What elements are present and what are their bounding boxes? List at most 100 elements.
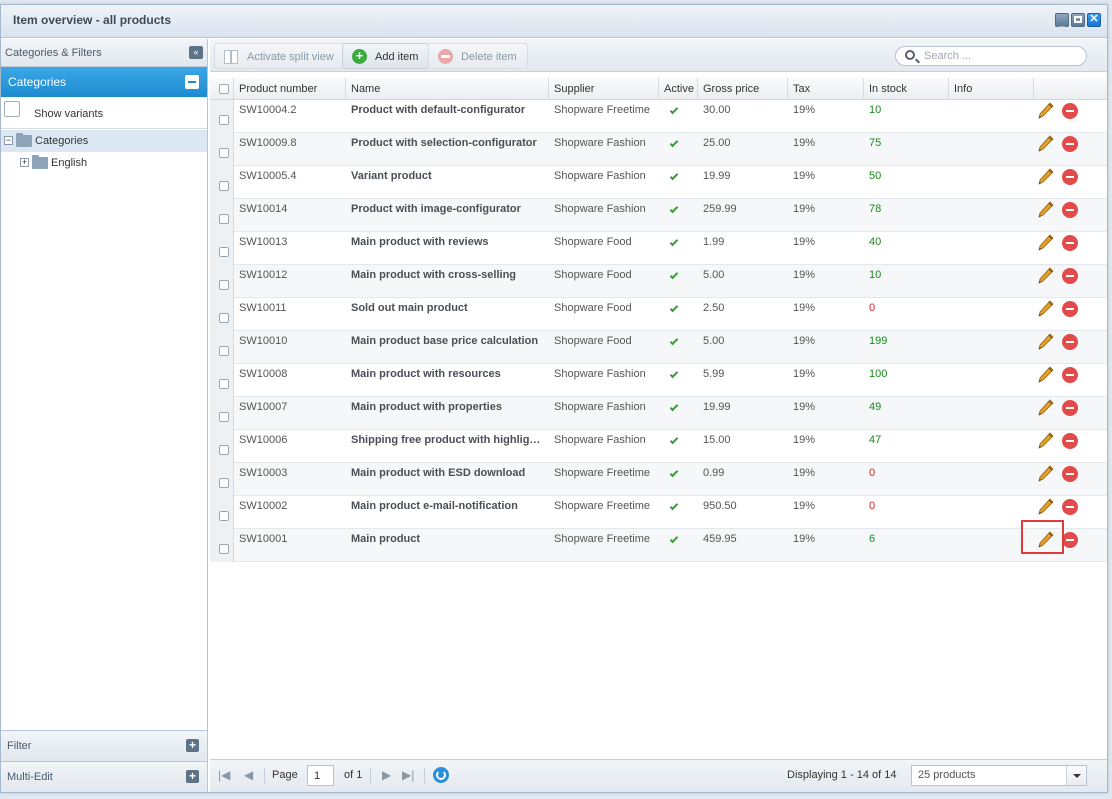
delete-row-icon[interactable] [1062, 466, 1078, 482]
edit-pencil-icon[interactable] [1038, 399, 1054, 417]
edit-pencil-icon[interactable] [1038, 300, 1054, 318]
expand-multi-edit-icon[interactable]: + [186, 770, 199, 783]
delete-row-icon[interactable] [1062, 334, 1078, 350]
expand-filter-icon[interactable]: + [186, 739, 199, 752]
edit-pencil-icon[interactable] [1038, 102, 1054, 120]
table-row[interactable]: SW10008 Main product with resources Shopwa… [210, 364, 1107, 397]
table-row[interactable]: SW10013 Main product with reviews Shopware… [210, 232, 1107, 265]
maximize-button[interactable] [1071, 13, 1085, 27]
edit-pencil-icon[interactable] [1038, 531, 1054, 549]
edit-pencil-icon[interactable] [1038, 135, 1054, 153]
table-row[interactable]: SW10011 Sold out main product Shopware Foo… [210, 298, 1107, 331]
activate-split-view-button[interactable]: Activate split view [214, 43, 345, 69]
row-checkbox[interactable] [219, 478, 229, 488]
tax-cell: 19% [793, 104, 816, 116]
collapse-node-icon[interactable]: − [4, 136, 13, 145]
edit-pencil-icon[interactable] [1038, 465, 1054, 483]
previous-page-icon[interactable]: ◀ [244, 768, 253, 782]
chevron-down-icon[interactable] [1066, 766, 1086, 785]
edit-pencil-icon[interactable] [1038, 168, 1054, 186]
table-row[interactable]: SW10002 Main product e-mail-notification S… [210, 496, 1107, 529]
row-checkbox[interactable] [219, 247, 229, 257]
first-page-icon[interactable]: |◀ [218, 768, 230, 782]
expand-node-icon[interactable]: + [20, 158, 29, 167]
row-checkbox[interactable] [219, 511, 229, 521]
multi-edit-section-header[interactable]: Multi-Edit + [1, 761, 207, 792]
active-check-icon [669, 204, 679, 214]
table-row[interactable]: SW10001 Main product Shopware Freetime 459.… [210, 529, 1107, 562]
column-supplier[interactable]: Supplier [549, 78, 659, 100]
row-checkbox[interactable] [219, 346, 229, 356]
column-tax[interactable]: Tax [788, 78, 864, 100]
collapse-panel-button[interactable]: « [189, 46, 203, 59]
filter-section-header[interactable]: Filter + [1, 730, 207, 761]
row-checkbox[interactable] [219, 379, 229, 389]
show-variants-checkbox[interactable] [4, 101, 20, 117]
in-stock-cell: 40 [869, 236, 882, 248]
table-row[interactable]: SW10014 Product with image-configurator Sh… [210, 199, 1107, 232]
delete-row-icon[interactable] [1062, 499, 1078, 515]
row-checkbox[interactable] [219, 181, 229, 191]
delete-row-icon[interactable] [1062, 169, 1078, 185]
table-row[interactable]: SW10003 Main product with ESD download Sho… [210, 463, 1107, 496]
column-product-number[interactable]: Product number [234, 78, 346, 100]
edit-pencil-icon[interactable] [1038, 201, 1054, 219]
search-input[interactable] [922, 49, 1072, 63]
delete-item-button[interactable]: Delete item [428, 43, 528, 69]
row-checkbox[interactable] [219, 214, 229, 224]
separator [264, 768, 265, 784]
column-info[interactable]: Info [949, 78, 1034, 100]
delete-row-icon[interactable] [1062, 235, 1078, 251]
minimize-button[interactable]: _ [1055, 13, 1069, 28]
column-active[interactable]: Active [659, 78, 698, 100]
delete-row-icon[interactable] [1062, 136, 1078, 152]
row-checkbox[interactable] [219, 280, 229, 290]
delete-row-icon[interactable] [1062, 202, 1078, 218]
column-name[interactable]: Name [346, 78, 549, 100]
delete-row-icon[interactable] [1062, 367, 1078, 383]
select-all-checkbox[interactable] [219, 84, 229, 94]
column-gross-price[interactable]: Gross price [698, 78, 788, 100]
tree-node-english[interactable]: + English [1, 152, 207, 174]
last-page-icon[interactable]: ▶| [402, 768, 414, 782]
edit-pencil-icon[interactable] [1038, 234, 1054, 252]
table-row[interactable]: SW10009.8 Product with selection-configur… [210, 133, 1107, 166]
edit-pencil-icon[interactable] [1038, 366, 1054, 384]
refresh-icon[interactable] [433, 767, 449, 783]
table-row[interactable]: SW10007 Main product with properties Shopw… [210, 397, 1107, 430]
collapse-categories-icon[interactable] [185, 75, 199, 89]
table-row[interactable]: SW10004.2 Product with default-configurat… [210, 100, 1107, 133]
delete-row-icon[interactable] [1062, 433, 1078, 449]
edit-pencil-icon[interactable] [1038, 267, 1054, 285]
row-checkbox[interactable] [219, 412, 229, 422]
active-check-icon [669, 237, 679, 247]
delete-row-icon[interactable] [1062, 400, 1078, 416]
add-item-button[interactable]: + Add item [342, 43, 430, 69]
edit-pencil-icon[interactable] [1038, 498, 1054, 516]
delete-row-icon[interactable] [1062, 268, 1078, 284]
row-checkbox[interactable] [219, 313, 229, 323]
page-number-input[interactable] [307, 765, 334, 786]
table-row[interactable]: SW10005.4 Variant product Shopware Fashion… [210, 166, 1107, 199]
table-row[interactable]: SW10012 Main product with cross-selling Sh… [210, 265, 1107, 298]
search-field[interactable] [895, 46, 1087, 66]
categories-section-header[interactable]: Categories [1, 67, 207, 97]
column-in-stock[interactable]: In stock [864, 78, 949, 100]
table-row[interactable]: SW10006 Shipping free product with highli… [210, 430, 1107, 463]
edit-pencil-icon[interactable] [1038, 333, 1054, 351]
row-checkbox[interactable] [219, 148, 229, 158]
product-number-cell: SW10004.2 [239, 104, 297, 116]
delete-row-icon[interactable] [1062, 301, 1078, 317]
row-checkbox[interactable] [219, 445, 229, 455]
next-page-icon[interactable]: ▶ [382, 768, 391, 782]
edit-pencil-icon[interactable] [1038, 432, 1054, 450]
delete-row-icon[interactable] [1062, 103, 1078, 119]
page-size-select[interactable]: 25 products [911, 765, 1087, 786]
delete-row-icon[interactable] [1062, 532, 1078, 548]
tree-node-categories[interactable]: − Categories [1, 130, 207, 152]
table-row[interactable]: SW10010 Main product base price calculati… [210, 331, 1107, 364]
row-checkbox[interactable] [219, 115, 229, 125]
close-button[interactable]: ✕ [1087, 13, 1101, 27]
row-checkbox[interactable] [219, 544, 229, 554]
window-titlebar[interactable]: Item overview - all products _ ✕ [1, 5, 1107, 38]
